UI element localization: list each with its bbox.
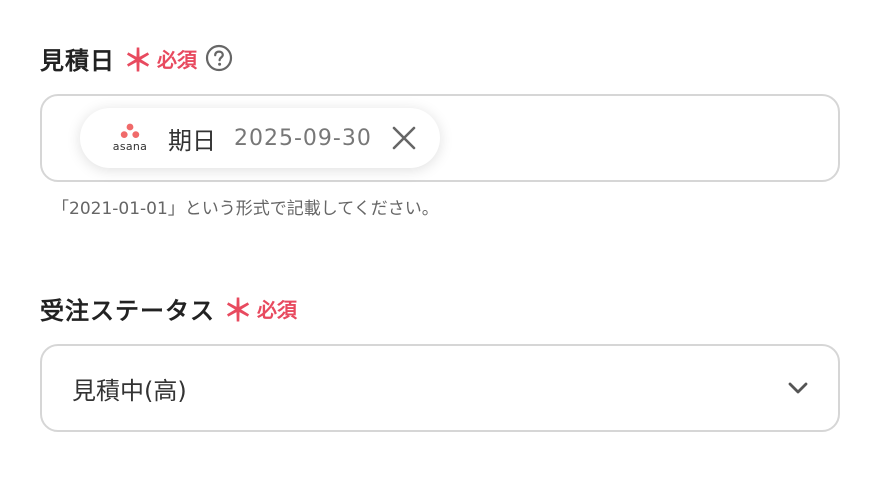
field-label: 受注ステータス — [40, 296, 215, 325]
asana-logo-icon: asana — [110, 123, 150, 153]
chip-value: 2025-09-30 — [234, 125, 372, 151]
field-hint: 「2021-01-01」という形式で記載してください。 — [52, 199, 439, 219]
question-circle-icon[interactable] — [205, 44, 233, 72]
required-asterisk: ＊ — [123, 44, 153, 79]
estimate-date-field: 見積日 ＊ 必須 asana 期日 2025-09-30 「2021-01-01… — [40, 38, 840, 219]
close-icon[interactable] — [390, 124, 418, 152]
estimate-date-input[interactable]: asana 期日 2025-09-30 — [40, 94, 840, 182]
required-label: 必須 — [257, 297, 297, 322]
variable-chip[interactable]: asana 期日 2025-09-30 — [80, 108, 440, 168]
order-status-field: 受注ステータス ＊ 必須 見積中(高) — [40, 288, 840, 432]
field-label: 見積日 — [40, 46, 115, 75]
required-label: 必須 — [157, 47, 197, 72]
chip-label: 期日 — [168, 126, 216, 155]
chevron-down-icon — [786, 376, 810, 400]
selected-value: 見積中(高) — [72, 376, 187, 405]
form: 見積日 ＊ 必須 asana 期日 2025-09-30 「2021-01-01… — [0, 0, 896, 484]
field-label-row: 受注ステータス ＊ 必須 — [40, 288, 840, 328]
asana-wordmark: asana — [112, 140, 148, 153]
required-asterisk: ＊ — [223, 294, 253, 329]
field-label-row: 見積日 ＊ 必須 — [40, 38, 840, 78]
order-status-select[interactable]: 見積中(高) — [40, 344, 840, 432]
